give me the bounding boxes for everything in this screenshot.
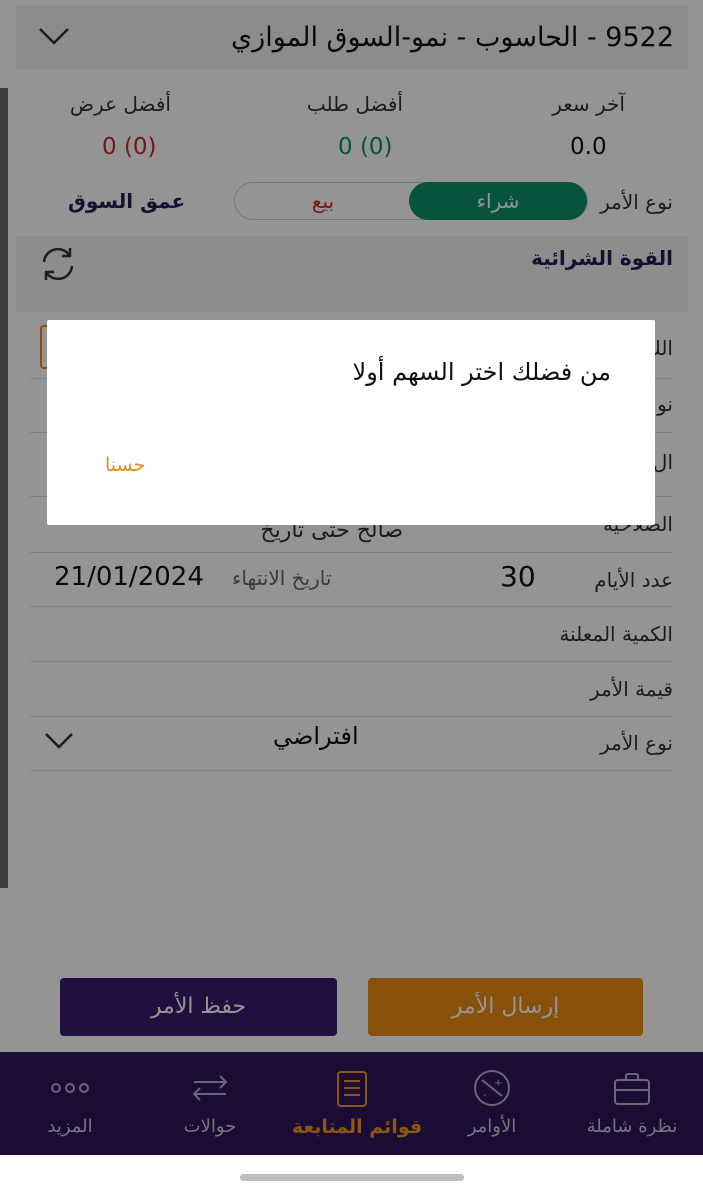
modal-overlay[interactable]	[0, 0, 703, 1155]
home-indicator[interactable]	[240, 1174, 464, 1181]
alert-dialog: من فضلك اختر السهم أولا حسنا	[47, 320, 655, 525]
dialog-message: من فضلك اختر السهم أولا	[352, 358, 611, 386]
dialog-ok-button[interactable]: حسنا	[105, 454, 145, 476]
